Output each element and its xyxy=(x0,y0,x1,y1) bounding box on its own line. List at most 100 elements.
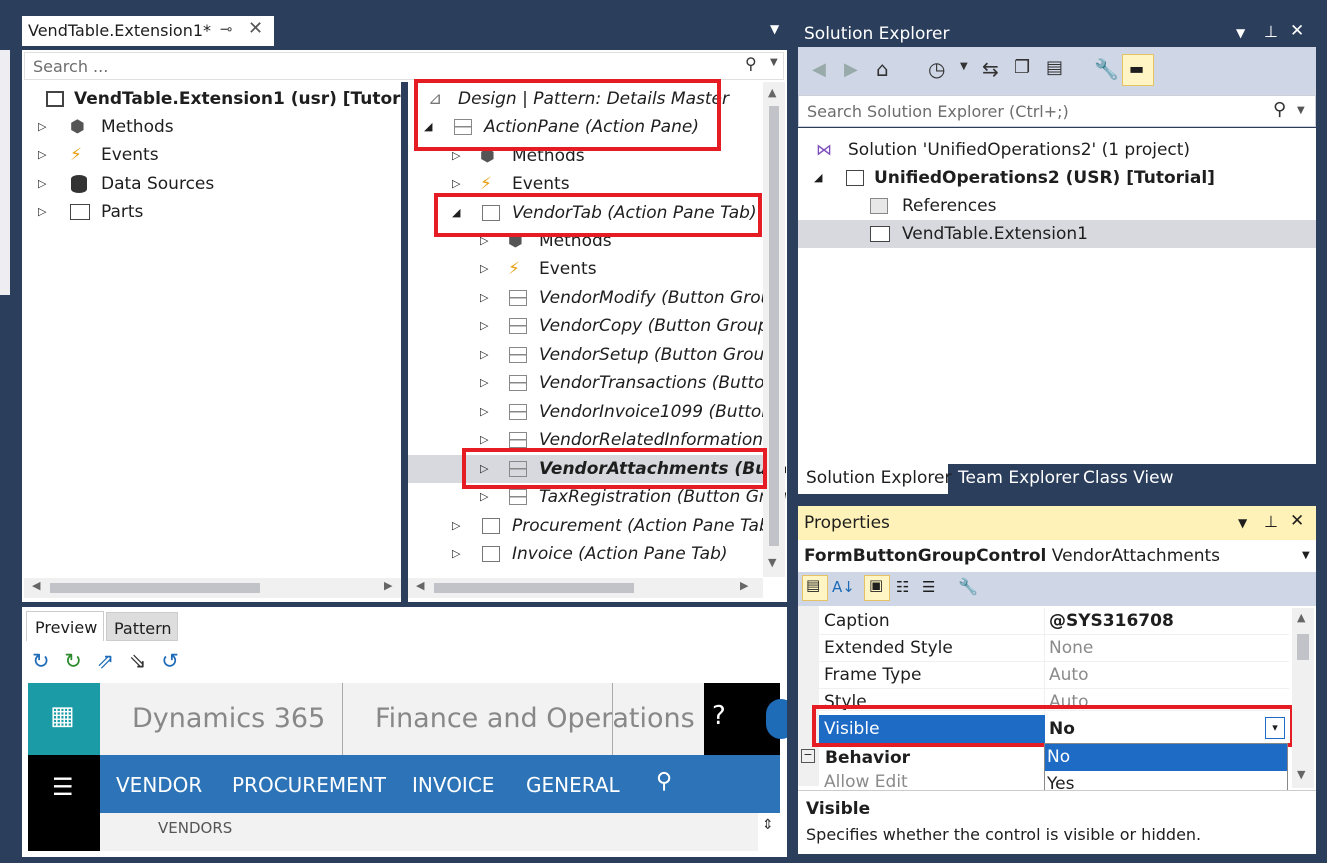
tab-team-explorer[interactable]: Team Explorer xyxy=(958,468,1079,488)
tree-item-procurement[interactable]: ▷ Procurement (Action Pane Tab) xyxy=(452,512,776,540)
expand-icon[interactable]: ▷ xyxy=(480,398,488,426)
expand-icon[interactable]: ▷ xyxy=(480,255,488,283)
forward-icon[interactable]: ▶ xyxy=(844,59,858,80)
sync-icon[interactable]: ↻ xyxy=(64,649,82,673)
collapse-icon[interactable]: − xyxy=(801,749,815,763)
property-row-frame-type[interactable]: Frame Type Auto xyxy=(819,662,1289,689)
close-icon[interactable]: ✕ xyxy=(1290,511,1304,531)
object-selector[interactable]: FormButtonGroupControl VendorAttachments xyxy=(804,546,1220,566)
tree-item-events[interactable]: ▷ ⚡ Events xyxy=(38,141,338,169)
scroll-right-icon[interactable]: ▶ xyxy=(384,579,392,592)
pin-icon[interactable]: ⊥ xyxy=(1264,22,1278,41)
expand-icon[interactable]: ▷ xyxy=(452,512,460,540)
property-row-caption[interactable]: Caption @SYS316708 xyxy=(819,608,1289,635)
pin-icon[interactable]: ⊥ xyxy=(1264,512,1278,531)
tab-dropdown-icon[interactable]: ▼ xyxy=(770,22,779,36)
avatar[interactable] xyxy=(766,699,787,739)
expand-icon[interactable]: ▷ xyxy=(38,170,46,198)
tree-item-parts[interactable]: ▷ Parts xyxy=(38,198,338,226)
home-icon[interactable]: ⌂ xyxy=(876,57,889,81)
export-icon[interactable]: ⇘ xyxy=(129,649,147,673)
scrollbar-thumb[interactable] xyxy=(50,583,260,593)
refresh-icon[interactable]: ↻ xyxy=(32,649,50,673)
tree-item-button-group[interactable]: ▷ VendorInvoice1099 (Button xyxy=(480,398,772,426)
scrollbar-thumb[interactable] xyxy=(769,106,779,546)
document-tab[interactable]: VendTable.Extension1* ⊸ ✕ xyxy=(22,16,274,46)
vertical-scrollbar[interactable]: ▲ ▼ xyxy=(763,82,785,577)
scroll-right-icon[interactable]: ▶ xyxy=(740,579,748,592)
expand-icon[interactable]: ▷ xyxy=(480,312,488,340)
scrollbar-thumb[interactable] xyxy=(1297,634,1309,660)
sync-icon[interactable]: ⇆ xyxy=(982,57,999,81)
tab-procurement[interactable]: PROCUREMENT xyxy=(232,773,386,797)
property-value[interactable]: None xyxy=(1049,635,1093,662)
preview-toggle-button[interactable]: ▬ xyxy=(1122,54,1154,86)
close-icon[interactable]: ✕ xyxy=(248,18,263,39)
category-behavior[interactable]: − Behavior xyxy=(799,745,1045,773)
horizontal-scrollbar[interactable]: ◀ ▶ xyxy=(24,578,401,598)
dropdown-icon[interactable]: ▼ xyxy=(1236,26,1245,40)
tab-solution-explorer[interactable]: Solution Explorer xyxy=(798,464,951,494)
tab-vendor[interactable]: VENDOR xyxy=(116,773,202,797)
scroll-updown-icon[interactable]: ⇕ xyxy=(762,817,774,833)
wrench-icon[interactable]: 🔧 xyxy=(958,577,978,596)
scroll-down-icon[interactable]: ▼ xyxy=(1297,768,1305,781)
tree-item-invoice[interactable]: ▷ Invoice (Action Pane Tab) xyxy=(452,540,762,568)
sort-icon[interactable]: ☰ xyxy=(922,578,935,596)
solution-search-input[interactable]: Search Solution Explorer (Ctrl+;) xyxy=(807,102,1069,121)
tree-item-events[interactable]: ▷ ⚡ Events xyxy=(480,255,780,283)
tab-class-view[interactable]: Class View xyxy=(1083,468,1173,488)
vertical-scrollbar[interactable]: ▲ ▼ xyxy=(1292,608,1314,788)
expand-icon[interactable]: ▷ xyxy=(480,369,488,397)
scroll-left-icon[interactable]: ◀ xyxy=(416,579,424,592)
solution-search[interactable]: Search Solution Explorer (Ctrl+;) ⚲ ▼ xyxy=(798,95,1316,127)
references-node[interactable]: References xyxy=(870,192,1170,220)
tab-pattern[interactable]: Pattern xyxy=(106,612,178,641)
dropdown-icon[interactable]: ▼ xyxy=(1238,516,1247,530)
property-row-extended-style[interactable]: Extended Style None xyxy=(819,635,1289,662)
tree-item-button-group[interactable]: ▷ VendorModify (Button Group xyxy=(480,284,782,312)
expand-icon[interactable]: ▷ xyxy=(38,198,46,226)
file-node[interactable]: VendTable.Extension1 xyxy=(798,220,1316,248)
undo-icon[interactable]: ↺ xyxy=(161,649,179,673)
alphabetical-icon[interactable]: A↓ xyxy=(832,578,855,596)
property-value[interactable]: Auto xyxy=(1049,662,1088,689)
back-icon[interactable]: ◀ xyxy=(812,59,826,80)
help-icon[interactable]: ? xyxy=(712,701,726,731)
show-all-icon[interactable]: ▤ xyxy=(1046,57,1063,78)
wrench-icon[interactable]: 🔧 xyxy=(1094,57,1119,81)
scroll-up-icon[interactable]: ▲ xyxy=(768,86,776,99)
search-icon[interactable]: ⚲ xyxy=(1273,99,1286,120)
pane-splitter[interactable] xyxy=(401,82,408,602)
tree-item-button-group[interactable]: ▷ VendorTransactions (Button xyxy=(480,369,775,397)
designer-search-input[interactable]: Search ... xyxy=(33,57,108,76)
scroll-left-icon[interactable]: ◀ xyxy=(32,579,40,592)
search-icon[interactable]: ⚲ xyxy=(745,54,757,73)
option-no[interactable]: No xyxy=(1045,744,1287,771)
chevron-down-icon[interactable]: ▼ xyxy=(770,57,778,68)
project-node[interactable]: ◢ UnifiedOperations2 (USR) [Tutorial] xyxy=(814,164,1234,192)
property-name[interactable]: Allow Edit xyxy=(824,772,908,790)
chevron-down-icon[interactable]: ▼ xyxy=(1297,105,1305,116)
properties-icon[interactable]: ▣ xyxy=(864,575,890,601)
open-external-icon[interactable]: ⇗ xyxy=(97,649,115,673)
pin-icon[interactable]: ⊸ xyxy=(220,20,233,38)
tree-item-button-group[interactable]: ▷ VendorSetup (Button Group) xyxy=(480,341,782,369)
expand-icon[interactable]: ▷ xyxy=(38,113,46,141)
preview-scroll[interactable]: ⇕ xyxy=(758,813,780,851)
collapse-all-icon[interactable]: ❐ xyxy=(1014,57,1030,78)
close-icon[interactable]: ✕ xyxy=(1290,21,1304,41)
chevron-down-icon[interactable]: ▼ xyxy=(960,61,968,72)
scroll-up-icon[interactable]: ▲ xyxy=(1297,611,1305,624)
events-list-icon[interactable]: ☷ xyxy=(896,578,909,596)
property-value[interactable]: @SYS316708 xyxy=(1049,608,1174,635)
expand-icon[interactable]: ▷ xyxy=(38,141,46,169)
chevron-down-icon[interactable]: ▼ xyxy=(1302,550,1310,561)
designer-search[interactable]: Search ... ⚲ ▼ xyxy=(24,52,784,80)
expand-icon[interactable]: ▷ xyxy=(452,540,460,568)
search-icon[interactable]: ⚲ xyxy=(656,769,672,794)
tab-preview[interactable]: Preview xyxy=(26,611,104,641)
app-launcher[interactable]: ▦ xyxy=(28,683,100,755)
tree-item-methods[interactable]: ▷ ⬢ Methods xyxy=(38,113,338,141)
tab-general[interactable]: GENERAL xyxy=(526,773,620,797)
